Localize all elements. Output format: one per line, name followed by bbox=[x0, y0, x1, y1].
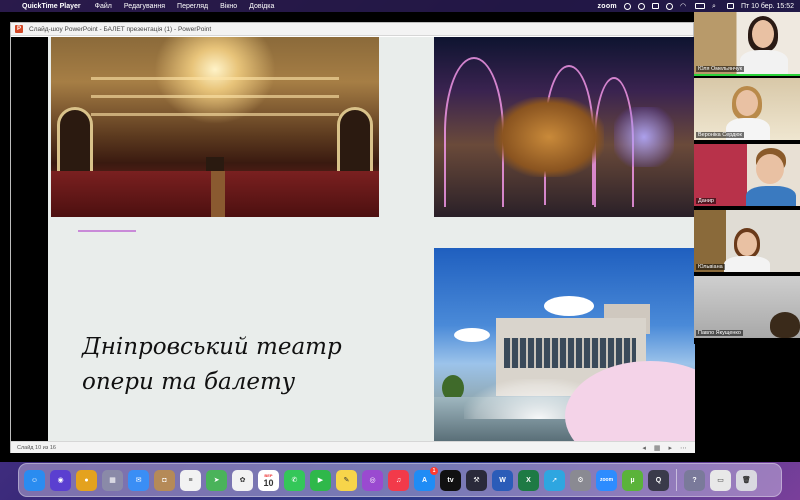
appstore-icon[interactable]: A1 bbox=[414, 466, 438, 491]
slide-letterbox bbox=[11, 37, 48, 441]
dock: ☺ ◉ ● ▦ ✉ ◘ ≡ ➤ ✿ ВЕР 10 ✆ ▶ ✎ ◎ ♫ A 1 tv ⚒ W X ➚ ⚙ zoom µ Q? ▭ 🗑 bbox=[18, 463, 782, 497]
participant-name: Вероніка Сердюк bbox=[696, 132, 744, 138]
participant-tile[interactable]: Юльвіана bbox=[694, 210, 800, 274]
menu-edit[interactable]: Редагування bbox=[124, 3, 165, 10]
calendar-icon[interactable]: ВЕР 10 bbox=[258, 469, 279, 491]
xcode-icon[interactable]: ⚒ bbox=[466, 469, 487, 491]
slideshow-nav: ◂ ▦ ▸ ⋯ bbox=[642, 444, 687, 452]
menu-file[interactable]: Файл bbox=[95, 3, 112, 10]
excel-icon[interactable]: X bbox=[518, 469, 539, 491]
menu-app-name[interactable]: QuickTime Player bbox=[22, 3, 81, 10]
facetime-icon[interactable]: ▶ bbox=[310, 469, 331, 491]
photos-icon[interactable]: ✿ bbox=[232, 469, 253, 491]
powerpoint-logo-icon: P bbox=[15, 25, 23, 33]
participant-tile[interactable]: Павло Якущенко bbox=[694, 276, 800, 340]
powerpoint-window: P Слайд-шоу PowerPoint - БАЛЕТ презентац… bbox=[10, 22, 695, 453]
preview-icon[interactable]: ▭ bbox=[710, 469, 731, 491]
settings-icon[interactable]: ⚙ bbox=[570, 469, 591, 491]
dock-separator bbox=[676, 469, 677, 491]
timer-icon[interactable] bbox=[665, 2, 673, 10]
launchpad-icon[interactable]: ▦ bbox=[102, 469, 123, 491]
status-area: zoom ◠ ⌕ Пт 10 бер. 15:52 bbox=[597, 0, 794, 12]
powerpoint-statusbar: Слайд 10 из 16 ◂ ▦ ▸ ⋯ bbox=[11, 441, 695, 453]
slide-title-line-2: опери та балету bbox=[82, 369, 296, 395]
menu-window[interactable]: Вікно bbox=[220, 3, 237, 10]
calendar-day: 10 bbox=[263, 477, 274, 488]
trash-icon[interactable]: 🗑 bbox=[736, 469, 757, 491]
quicktime-icon[interactable]: Q bbox=[648, 469, 669, 491]
sync-icon[interactable] bbox=[623, 2, 631, 10]
participant-name: Юльвіана bbox=[696, 264, 725, 270]
podcasts-icon[interactable]: ◎ bbox=[362, 469, 383, 491]
wifi-icon[interactable]: ◠ bbox=[680, 3, 688, 10]
powerpoint-window-title: Слайд-шоу PowerPoint - БАЛЕТ презентація… bbox=[29, 25, 212, 33]
powerpoint-titlebar[interactable]: P Слайд-шоу PowerPoint - БАЛЕТ презентац… bbox=[11, 23, 693, 36]
clock[interactable]: Пт 10 бер. 15:52 bbox=[741, 3, 794, 10]
zoom-gallery: Юля Омельянчук Вероніка Сердюк Данир Юль… bbox=[694, 12, 800, 344]
messages-icon[interactable]: ✆ bbox=[284, 469, 305, 491]
music-icon[interactable]: ♫ bbox=[388, 469, 409, 491]
utorrent-icon[interactable]: µ bbox=[622, 469, 643, 491]
slide-grid-icon[interactable]: ▦ bbox=[654, 444, 661, 452]
siri-icon[interactable]: ◉ bbox=[50, 469, 71, 491]
vpn-icon[interactable] bbox=[637, 2, 645, 10]
participant-tile[interactable]: Юля Омельянчук bbox=[694, 12, 800, 76]
participant-name: Данир bbox=[696, 198, 716, 204]
help-icon[interactable]: ? bbox=[684, 469, 705, 491]
finder-icon[interactable]: ☺ bbox=[24, 469, 45, 491]
slide-title-line-1: Дніпровський театр bbox=[82, 334, 342, 360]
appstore-badge: 1 bbox=[430, 466, 438, 475]
notes-icon[interactable]: ✎ bbox=[336, 469, 357, 491]
slide-canvas[interactable]: Дніпровський театр опери та балету bbox=[48, 37, 695, 441]
participant-name: Юля Омельянчук bbox=[696, 66, 745, 72]
participant-tile[interactable]: Вероніка Сердюк bbox=[694, 78, 800, 142]
more-options-icon[interactable]: ⋯ bbox=[680, 444, 687, 452]
theater-interior-image bbox=[51, 37, 379, 217]
maps-icon[interactable]: ➤ bbox=[206, 469, 227, 491]
zoom-icon[interactable]: zoom bbox=[596, 469, 617, 491]
appletv-icon[interactable]: tv bbox=[440, 469, 461, 491]
battery-icon[interactable] bbox=[694, 3, 705, 9]
slide-counter: Слайд 10 из 16 bbox=[17, 444, 56, 451]
menu-help[interactable]: Довідка bbox=[249, 3, 274, 10]
reminders-icon[interactable]: ≡ bbox=[180, 469, 201, 491]
menu-view[interactable]: Перегляд bbox=[177, 3, 208, 10]
control-center-icon[interactable] bbox=[726, 3, 734, 9]
chrome-icon[interactable]: ● bbox=[76, 469, 97, 491]
contacts-icon[interactable]: ◘ bbox=[154, 469, 175, 491]
participant-name: Павло Якущенко bbox=[696, 330, 743, 336]
mail-icon[interactable]: ✉ bbox=[128, 469, 149, 491]
next-slide-icon[interactable]: ▸ bbox=[668, 444, 672, 452]
theater-building-image bbox=[434, 248, 695, 441]
spotlight-icon[interactable]: ⌕ bbox=[712, 3, 720, 10]
telegram-icon[interactable]: ➚ bbox=[544, 469, 565, 491]
word-icon[interactable]: W bbox=[492, 469, 513, 491]
zoom-status-label[interactable]: zoom bbox=[597, 3, 616, 10]
participant-tile[interactable]: Данир bbox=[694, 144, 800, 208]
screen-share-icon[interactable] bbox=[651, 3, 659, 9]
slide-title: Дніпровський театр опери та балету bbox=[82, 330, 422, 400]
menu-bar: QuickTime Player Файл Редагування Перегл… bbox=[0, 0, 800, 12]
prev-slide-icon[interactable]: ◂ bbox=[642, 444, 646, 452]
accent-line bbox=[78, 230, 136, 232]
night-fountain-image bbox=[434, 37, 695, 217]
